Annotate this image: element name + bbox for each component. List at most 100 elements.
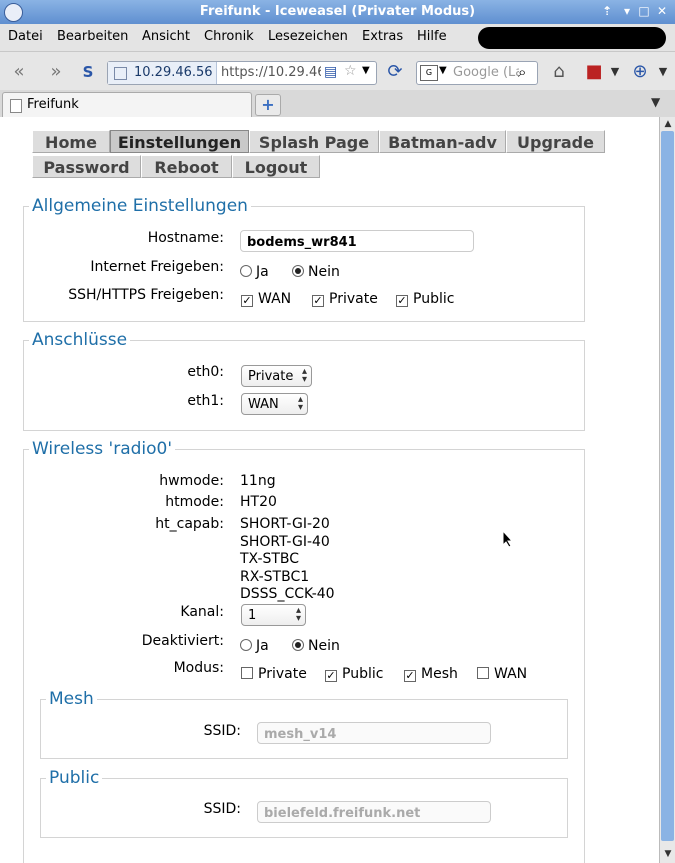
forward-icon[interactable]: » — [45, 61, 67, 83]
ssh-https-label: SSH/HTTPS Freigeben: — [68, 287, 224, 303]
mesh-ssid-input[interactable]: mesh_v14 — [257, 722, 491, 744]
internet-share-nein-option[interactable]: Nein — [292, 264, 340, 280]
htcapab-values: SHORT-GI-20 SHORT-GI-40 TX-STBC RX-STBC1… — [240, 516, 335, 604]
reload-icon[interactable]: ⟳ — [384, 61, 406, 83]
scrollbar-thumb[interactable] — [661, 131, 674, 841]
router-menu-splash-page[interactable]: Splash Page — [249, 130, 379, 153]
modus-private-option[interactable]: Private — [241, 666, 307, 682]
new-tab-button[interactable]: + — [255, 94, 281, 116]
modus-wan-checkbox[interactable] — [477, 667, 489, 679]
router-menu-einstellungen[interactable]: Einstellungen — [110, 130, 249, 153]
ports-legend: Anschlüsse — [32, 330, 128, 350]
ssh-public-checkbox[interactable]: ✓ — [396, 295, 408, 307]
reader-icon[interactable]: ▤ — [324, 64, 337, 80]
ssh-private-checkbox[interactable]: ✓ — [312, 295, 324, 307]
mouse-cursor-icon — [502, 530, 514, 548]
ssh-wan-checkbox[interactable]: ✓ — [241, 295, 253, 307]
menu-bar: Datei Bearbeiten Ansicht Chronik Lesezei… — [0, 24, 675, 52]
vertical-scrollbar[interactable]: ▲ ▼ — [659, 117, 675, 863]
menu-ansicht[interactable]: Ansicht — [142, 29, 190, 44]
ssh-public-option[interactable]: ✓ Public — [396, 291, 454, 307]
internet-share-ja-radio[interactable] — [240, 265, 252, 277]
page-icon — [114, 67, 127, 80]
tab-bar: Freifunk + ▼ — [0, 90, 675, 118]
site-identity[interactable]: 10.29.46.56 — [108, 62, 217, 84]
menu-datei[interactable]: Datei — [8, 29, 43, 44]
router-menu-home[interactable]: Home — [32, 130, 110, 153]
search-engine-icon[interactable]: G — [420, 65, 438, 81]
menu-hilfe[interactable]: Hilfe — [417, 29, 447, 44]
network-dropdown-icon[interactable]: ▼ — [652, 61, 674, 83]
menu-chronik[interactable]: Chronik — [204, 29, 254, 44]
htcapab-value: RX-STBC1 — [240, 568, 310, 585]
eth0-select[interactable]: Private ▴ ▾ — [241, 365, 312, 387]
htmode-value: HT20 — [240, 494, 277, 510]
page-content: Home Einstellungen Splash Page Batman-ad… — [0, 117, 659, 863]
search-bar[interactable]: G ▼ Google (La ⌕ — [416, 61, 538, 85]
deaktiviert-ja-radio[interactable] — [240, 639, 252, 651]
general-settings-legend: Allgemeine Einstellungen — [32, 196, 248, 216]
scroll-up-icon[interactable]: ▲ — [662, 118, 674, 130]
htcapab-value: SHORT-GI-20 — [240, 516, 330, 532]
internet-share-nein-radio[interactable] — [292, 265, 304, 277]
bookmark-star-icon[interactable]: ☆ — [344, 63, 357, 79]
window-minimize-icon[interactable]: ▾ — [620, 4, 634, 18]
htcapab-value: TX-STBC — [240, 551, 300, 567]
page-icon — [10, 99, 22, 113]
public-ssid-input[interactable]: bielefeld.freifunk.net — [257, 801, 491, 823]
select-arrows-icon: ▴ ▾ — [295, 605, 301, 624]
menu-bearbeiten[interactable]: Bearbeiten — [57, 29, 128, 44]
mesh-ssid-label: SSID: — [203, 723, 241, 739]
url-text[interactable]: https://10.29.46 — [221, 65, 321, 80]
addon-red-icon[interactable]: ■ — [583, 61, 605, 83]
redacted-area — [478, 27, 666, 49]
hostname-input[interactable]: bodems_wr841 — [240, 230, 474, 252]
back-icon[interactable]: « — [8, 61, 30, 83]
internet-share-ja-option[interactable]: Ja — [240, 264, 269, 280]
menu-extras[interactable]: Extras — [362, 29, 403, 44]
deaktiviert-nein-option[interactable]: Nein — [292, 638, 340, 654]
router-menu-upgrade[interactable]: Upgrade — [506, 130, 605, 153]
ssh-private-option[interactable]: ✓ Private — [312, 291, 378, 307]
window-up-icon[interactable]: ⇡ — [600, 4, 614, 18]
modus-public-checkbox[interactable]: ✓ — [325, 670, 337, 682]
deaktiviert-ja-option[interactable]: Ja — [240, 638, 269, 654]
search-icon[interactable]: ⌕ — [518, 63, 526, 81]
eth1-label: eth1: — [187, 393, 224, 409]
addon-dropdown-icon[interactable]: ▼ — [604, 61, 626, 83]
public-ssid-label: SSID: — [203, 801, 241, 817]
network-icon[interactable]: ⊕ — [629, 61, 651, 83]
url-bar[interactable]: 10.29.46.56 https://10.29.46 ▤ ☆ ▼ — [107, 61, 377, 85]
tab-list-chevron-icon[interactable]: ▼ — [651, 95, 660, 109]
window-title: Freifunk - Iceweasel (Privater Modus) — [199, 4, 476, 19]
router-menu-batman-adv[interactable]: Batman-adv — [379, 130, 506, 153]
router-menu-logout[interactable]: Logout — [232, 155, 320, 178]
mesh-legend: Mesh — [49, 689, 94, 709]
modus-public-option[interactable]: ✓ Public — [325, 666, 383, 682]
eth0-label: eth0: — [187, 364, 224, 380]
tab-freifunk[interactable]: Freifunk — [2, 92, 252, 117]
hwmode-label: hwmode: — [159, 473, 224, 489]
navigation-toolbar: « » S 10.29.46.56 https://10.29.46 ▤ ☆ ▼… — [0, 52, 675, 90]
menu-lesezeichen[interactable]: Lesezeichen — [268, 29, 348, 44]
select-arrows-icon: ▴ ▾ — [297, 394, 303, 413]
router-menu-reboot[interactable]: Reboot — [141, 155, 232, 178]
kanal-select[interactable]: 1 ▴ ▾ — [241, 604, 306, 626]
url-dropdown-icon[interactable]: ▼ — [362, 65, 370, 76]
modus-wan-option[interactable]: WAN — [477, 666, 527, 682]
deaktiviert-label: Deaktiviert: — [141, 633, 224, 649]
modus-private-checkbox[interactable] — [241, 667, 253, 679]
deaktiviert-nein-radio[interactable] — [292, 639, 304, 651]
window-maximize-icon[interactable]: □ — [637, 4, 651, 18]
ssh-wan-option[interactable]: ✓ WAN — [241, 291, 291, 307]
select-arrows-icon: ▴ ▾ — [301, 366, 307, 385]
modus-mesh-checkbox[interactable]: ✓ — [404, 670, 416, 682]
scroll-down-icon[interactable]: ▼ — [662, 848, 674, 860]
router-menu-password[interactable]: Password — [32, 155, 141, 178]
modus-mesh-option[interactable]: ✓ Mesh — [404, 666, 458, 682]
window-close-icon[interactable]: ✕ — [655, 4, 669, 18]
eth1-select[interactable]: WAN ▴ ▾ — [241, 393, 308, 415]
search-engine-dropdown-icon[interactable]: ▼ — [439, 65, 447, 76]
home-icon[interactable]: ⌂ — [548, 61, 570, 83]
addon-s-icon[interactable]: S — [77, 61, 99, 83]
